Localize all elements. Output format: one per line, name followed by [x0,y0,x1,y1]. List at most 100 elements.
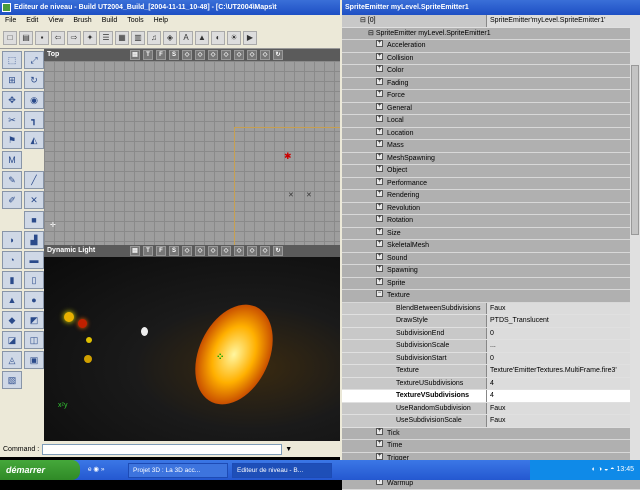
taskbar-item-editor[interactable]: Editeur de niveau - B... [232,463,332,478]
top-viewport[interactable]: Top ▤ T F S ◇ ◇ ◇ ◇ ◇ ◇ ◇ ↻ ✱ ✕ ✕ ✛ [44,49,340,245]
category-spawning[interactable]: +Spawning [342,265,640,278]
view-t-icon[interactable]: T [143,246,153,256]
subtract-brush-icon[interactable]: ◪ [2,331,22,349]
3d-render-view[interactable]: ⁘ xᶻy [44,257,340,441]
property-value[interactable]: 0 [487,353,640,365]
menu-item-help[interactable]: Help [149,15,173,27]
new-map-icon[interactable]: □ [3,31,17,45]
expand-icon[interactable]: + [376,78,383,85]
realtime-icon[interactable]: ↻ [273,50,283,60]
render-mode-icon[interactable]: ◇ [195,50,205,60]
terrain-brush-icon[interactable]: ◆ [2,311,22,329]
collapse-icon[interactable]: ⊟ [368,30,374,37]
save-map-icon[interactable]: ▪ [35,31,49,45]
collapse-icon[interactable]: ⊟ [360,17,366,24]
mesh-browser-icon[interactable]: ◈ [163,31,177,45]
undo-icon[interactable]: ⇦ [51,31,65,45]
top-view-grid[interactable]: ✱ ✕ ✕ ✛ [44,61,340,245]
spiral-stair-icon[interactable]: ◔ [2,251,22,269]
category-revolution[interactable]: +Revolution [342,203,640,216]
object-header[interactable]: ⊟ SpriteEmitter myLevel.SpriteEmitter1 [342,28,640,41]
category-collision[interactable]: +Collision [342,53,640,66]
actor-browser-icon[interactable]: ☰ [99,31,113,45]
expand-icon[interactable]: + [376,90,383,97]
property-value[interactable]: 4 [487,390,640,402]
property-row-userandomsubdivision[interactable]: UseRandomSubdivisionFaux [342,403,640,416]
expand-icon[interactable]: + [376,265,383,272]
actor-marker-icon[interactable]: ✕ [306,191,312,199]
dynamic-light-viewport[interactable]: Dynamic Light ▤ T F S ◇ ◇ ◇ ◇ ◇ ◇ ◇ ↻ ⁘ … [44,245,340,441]
matinee-icon[interactable]: ◭ [24,131,44,149]
render-mode-icon[interactable]: ◇ [234,50,244,60]
emitter-actor-icon[interactable]: ✱ [284,151,292,162]
redo-icon[interactable]: ⇨ [67,31,81,45]
expand-icon[interactable]: + [376,278,383,285]
property-value[interactable]: 4 [487,378,640,390]
expand-icon[interactable]: + [376,165,383,172]
open-map-icon[interactable]: ▤ [19,31,33,45]
render-mode-icon[interactable]: ◇ [247,50,257,60]
property-row-texture[interactable]: TextureTexture'EmitterTextures.MultiFram… [342,365,640,378]
terrain-icon[interactable]: ▲ [195,31,209,45]
menu-item-brush[interactable]: Brush [68,15,96,27]
view-mode-icon[interactable]: ▤ [130,246,140,256]
property-row-subdivisionend[interactable]: SubdivisionEnd0 [342,328,640,341]
property-value[interactable]: Faux [487,303,640,315]
group-browser-icon[interactable]: ▦ [115,31,129,45]
vertex-edit-icon[interactable]: ⤢ [24,51,44,69]
expand-icon[interactable]: + [376,203,383,210]
property-row-subdivisionstart[interactable]: SubdivisionStart0 [342,353,640,366]
taskbar-item-projet[interactable]: Projet 3D : La 3D acc... [128,463,228,478]
expand-icon[interactable]: + [376,253,383,260]
expand-icon[interactable]: + [376,65,383,72]
category-rotation[interactable]: +Rotation [342,215,640,228]
font-browser-icon[interactable]: A [179,31,193,45]
category-object[interactable]: +Object [342,165,640,178]
category-skeletalmesh[interactable]: +SkeletalMesh [342,240,640,253]
build-all-icon[interactable]: ▶ [243,31,257,45]
expand-icon[interactable]: + [376,128,383,135]
property-row-texturevsubdivisions[interactable]: TextureVSubdivisions4 [342,390,640,403]
expand-icon[interactable]: + [376,453,383,460]
build-geometry-icon[interactable]: ◐ [211,31,225,45]
category-location[interactable]: +Location [342,128,640,141]
property-row-drawstyle[interactable]: DrawStylePTDS_Translucent [342,315,640,328]
category-acceleration[interactable]: +Acceleration [342,40,640,53]
menu-item-edit[interactable]: Edit [21,15,43,27]
taskbar-item-ie[interactable]: e ◉ » [84,463,124,478]
render-mode-icon[interactable]: ◇ [260,246,270,256]
actor-marker-icon[interactable]: ✕ [288,191,294,199]
expand-icon[interactable]: + [376,103,383,110]
category-time[interactable]: +Time [342,440,640,453]
property-value[interactable]: Faux [487,415,640,427]
render-mode-icon[interactable]: ◇ [182,246,192,256]
render-mode-icon[interactable]: ◇ [195,246,205,256]
menu-item-tools[interactable]: Tools [122,15,148,27]
intersect-brush-icon[interactable]: ◫ [24,331,44,349]
category-mass[interactable]: +Mass [342,140,640,153]
cone-brush-icon[interactable]: ▲ [2,291,22,309]
view-f-icon[interactable]: F [156,246,166,256]
category-fading[interactable]: +Fading [342,78,640,91]
add-mover-icon[interactable]: ▣ [24,351,44,369]
realtime-icon[interactable]: ↻ [273,246,283,256]
deintersect-brush-icon[interactable]: ◬ [2,351,22,369]
curved-stair-icon[interactable]: ◗ [2,231,22,249]
tray-icons[interactable]: ◐ ◑ ◒ ◓ [592,466,617,473]
property-value[interactable]: Faux [487,403,640,415]
sound-browser-icon[interactable]: ♫ [147,31,161,45]
expand-icon[interactable]: + [376,228,383,235]
texture-browser-icon[interactable]: ▥ [131,31,145,45]
expand-icon[interactable]: + [376,215,383,222]
fire-sprite-emitter[interactable] [180,292,288,417]
pen-icon[interactable]: ✎ [2,171,22,189]
property-row-textureusubdivisions[interactable]: TextureUSubdivisions4 [342,378,640,391]
sheet-brush-icon[interactable]: ▬ [24,251,44,269]
delete-icon[interactable]: ✕ [24,191,44,209]
expand-icon[interactable]: + [376,440,383,447]
search-actor-icon[interactable]: ✦ [83,31,97,45]
view-s-icon[interactable]: S [169,50,179,60]
property-row-blendbetweensubdivisions[interactable]: BlendBetweenSubdivisionsFaux [342,303,640,316]
scroll-thumb[interactable] [631,65,639,235]
add-special-icon[interactable]: ▧ [2,371,22,389]
